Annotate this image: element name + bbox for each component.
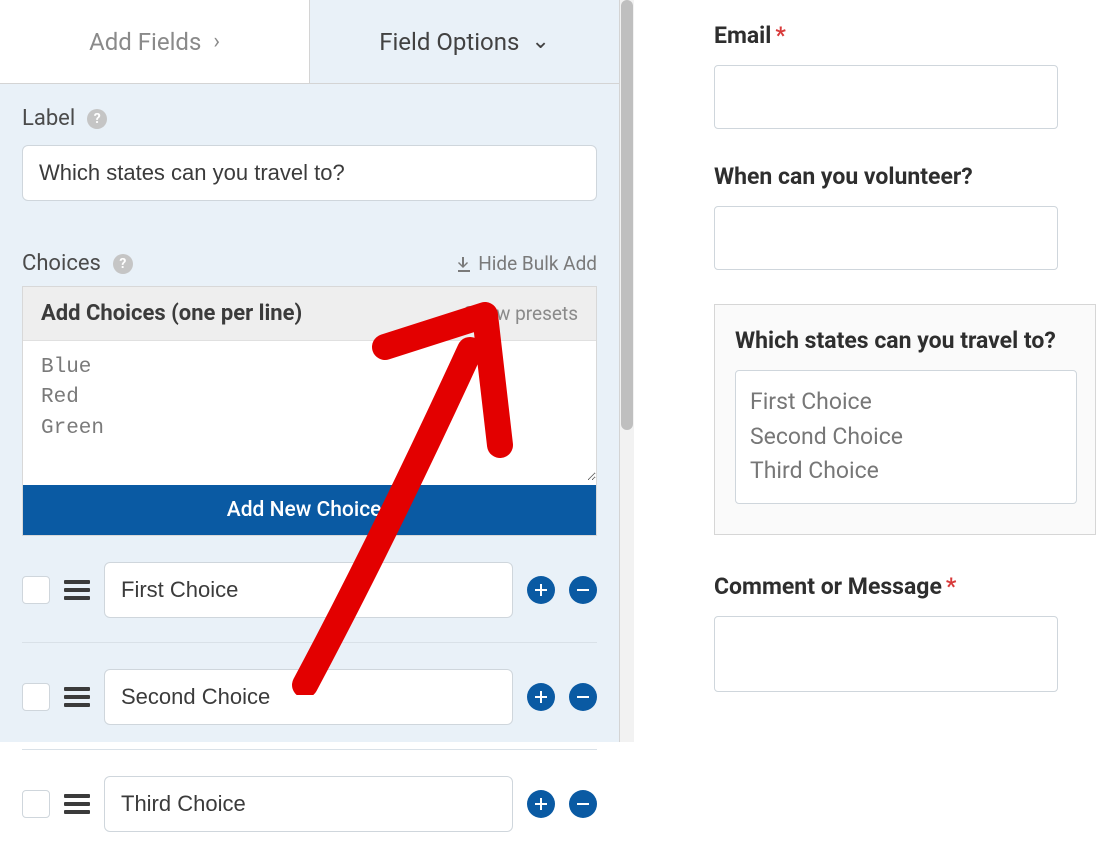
preview-states-card[interactable]: Which states can you travel to? First Ch…	[714, 304, 1096, 535]
preview-volunteer-input[interactable]	[714, 206, 1058, 270]
tab-add-fields[interactable]: Add Fields ›	[0, 0, 310, 83]
drag-handle-icon[interactable]	[64, 576, 90, 604]
preview-comment-group: Comment or Message*	[714, 573, 1096, 692]
bulk-choices-textarea[interactable]: Blue Red Green	[23, 341, 596, 481]
help-icon[interactable]: ?	[87, 109, 107, 129]
remove-choice-button[interactable]	[569, 790, 597, 818]
states-option[interactable]: First Choice	[750, 385, 1062, 420]
preview-comment-textarea[interactable]	[714, 616, 1058, 692]
drag-handle-icon[interactable]	[64, 683, 90, 711]
choices-heading: Choices	[22, 251, 101, 276]
remove-choice-button[interactable]	[569, 683, 597, 711]
chevron-down-icon: ⌄	[531, 29, 549, 54]
choice-list	[22, 562, 597, 856]
add-new-choices-label: Add New Choices	[227, 498, 392, 522]
builder-tabs: Add Fields › Field Options ⌄	[0, 0, 619, 84]
preview-states-label: Which states can you travel to?	[735, 327, 1075, 354]
add-choice-button[interactable]	[527, 576, 555, 604]
choice-text-input[interactable]	[104, 669, 513, 725]
download-icon	[456, 256, 472, 272]
choice-row	[22, 669, 597, 750]
field-options-panel: Add Fields › Field Options ⌄ Label ? Cho…	[0, 0, 620, 742]
states-option[interactable]: Third Choice	[750, 454, 1062, 489]
preview-volunteer-label: When can you volunteer?	[714, 163, 1096, 190]
tab-field-options-label: Field Options	[379, 28, 519, 56]
add-choice-button[interactable]	[527, 683, 555, 711]
hide-bulk-add-link[interactable]: Hide Bulk Add	[456, 252, 597, 275]
vertical-scrollbar[interactable]	[620, 0, 634, 742]
states-option[interactable]: Second Choice	[750, 420, 1062, 455]
form-preview-panel: Email* When can you volunteer? Which sta…	[634, 0, 1116, 742]
required-asterisk: *	[946, 573, 956, 600]
label-text: Email	[714, 22, 771, 49]
choice-text-input[interactable]	[104, 776, 513, 832]
scrollbar-thumb[interactable]	[621, 0, 633, 430]
add-new-choices-button[interactable]: Add New Choices	[23, 485, 596, 535]
choice-default-checkbox[interactable]	[22, 683, 50, 711]
choice-default-checkbox[interactable]	[22, 790, 50, 818]
preview-email-group: Email*	[714, 22, 1096, 129]
preview-email-label: Email*	[714, 22, 1096, 49]
preview-states-select[interactable]: First Choice Second Choice Third Choice	[735, 370, 1077, 504]
tab-add-fields-label: Add Fields	[89, 28, 201, 56]
help-icon[interactable]: ?	[113, 254, 133, 274]
drag-handle-icon[interactable]	[64, 790, 90, 818]
required-asterisk: *	[775, 22, 785, 49]
label-section: Label ?	[0, 84, 619, 201]
bulk-add-box: Add Choices (one per line) Show presets …	[22, 286, 597, 536]
label-text: Comment or Message	[714, 573, 942, 600]
remove-choice-button[interactable]	[569, 576, 597, 604]
hide-bulk-label: Hide Bulk Add	[478, 252, 597, 275]
label-heading: Label	[22, 106, 75, 131]
choices-section: Choices ? Hide Bulk Add Add Choices (one…	[0, 201, 619, 856]
show-presets-link[interactable]: Show presets	[464, 302, 578, 325]
choice-text-input[interactable]	[104, 562, 513, 618]
chevron-right-icon: ›	[213, 29, 220, 54]
field-label-input[interactable]	[22, 145, 597, 201]
add-choice-button[interactable]	[527, 790, 555, 818]
bulk-add-title: Add Choices (one per line)	[41, 301, 302, 326]
choice-row	[22, 562, 597, 643]
preview-comment-label: Comment or Message*	[714, 573, 1096, 600]
preview-email-input[interactable]	[714, 65, 1058, 129]
tab-field-options[interactable]: Field Options ⌄	[310, 0, 619, 83]
choice-default-checkbox[interactable]	[22, 576, 50, 604]
preview-volunteer-group: When can you volunteer?	[714, 163, 1096, 270]
choice-row	[22, 776, 597, 856]
